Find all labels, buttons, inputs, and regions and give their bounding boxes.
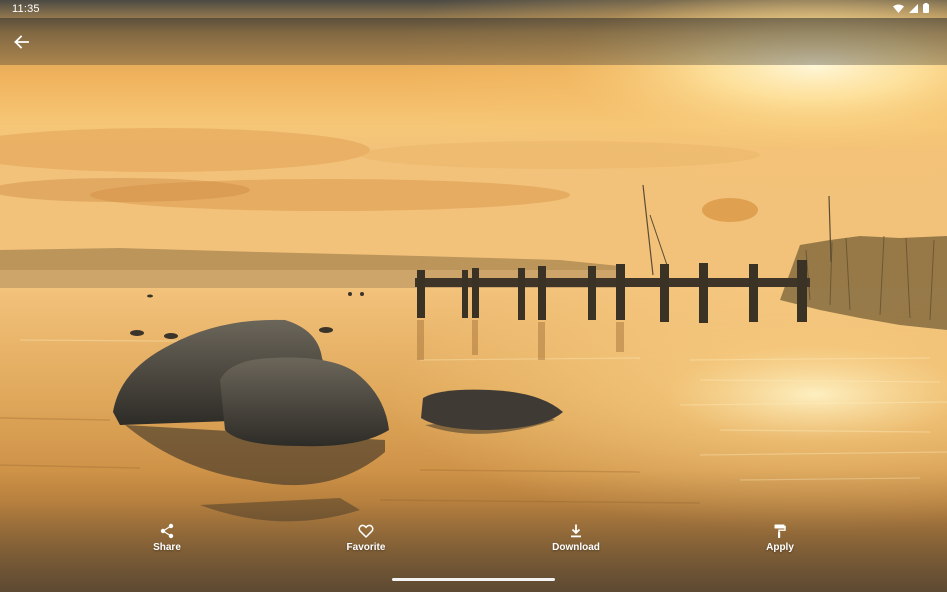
status-time: 11:35 xyxy=(12,3,40,15)
favorite-button[interactable]: Favorite xyxy=(321,523,411,553)
paint-roller-icon xyxy=(774,524,786,538)
download-label: Download xyxy=(552,542,600,553)
status-bar: 11:35 xyxy=(0,0,947,18)
status-icons xyxy=(893,3,929,13)
heart-outline-icon xyxy=(358,524,374,538)
battery-icon xyxy=(923,3,929,13)
gesture-nav-handle[interactable] xyxy=(392,578,555,581)
wallpaper-image xyxy=(0,0,947,592)
favorite-label: Favorite xyxy=(346,542,386,553)
cellular-signal-icon xyxy=(909,3,918,13)
share-icon xyxy=(160,523,174,539)
wifi-icon xyxy=(893,4,904,13)
share-label: Share xyxy=(153,542,181,553)
back-button[interactable] xyxy=(8,29,34,55)
share-button[interactable]: Share xyxy=(122,523,212,553)
apply-label: Apply xyxy=(766,542,794,553)
download-button[interactable]: Download xyxy=(531,523,621,553)
download-icon xyxy=(571,524,581,538)
arrow-left-icon xyxy=(14,35,29,49)
apply-button[interactable]: Apply xyxy=(735,523,825,553)
top-app-bar xyxy=(0,18,947,65)
wallpaper-preview-screen: 11:35 Share Favorite Download Apply xyxy=(0,0,947,592)
